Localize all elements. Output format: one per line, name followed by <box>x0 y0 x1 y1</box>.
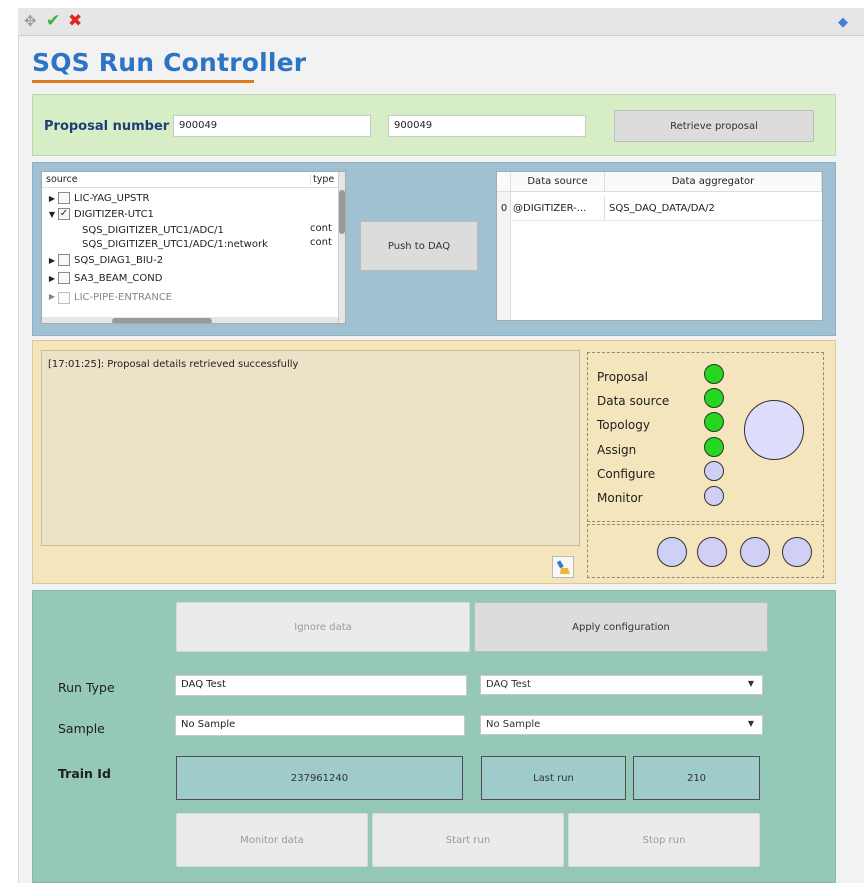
column-header-data-source[interactable]: Data source <box>511 172 605 192</box>
status-led-monitor <box>704 486 724 506</box>
tree-header-source[interactable]: source <box>46 174 78 185</box>
expand-arrow-icon[interactable]: ▶ <box>46 292 58 301</box>
checkbox[interactable] <box>58 254 70 266</box>
last-run-number: 210 <box>633 756 760 800</box>
sample-select-value: No Sample <box>486 719 541 730</box>
checkbox[interactable] <box>58 272 70 284</box>
proposal-number-input[interactable]: 900049 <box>173 115 371 137</box>
table-cell-data-source[interactable]: @DIGITIZER-... <box>513 196 605 220</box>
tree-item[interactable]: ▶ SA3_BEAM_COND <box>46 270 162 286</box>
tree-item-label: SA3_BEAM_COND <box>74 272 163 284</box>
status-label-assign: Assign <box>597 443 637 457</box>
tree-item[interactable]: ▶ LIC-YAG_UPSTR <box>46 190 149 206</box>
tree-item[interactable]: ▶ LIC-PIPE-ENTRANCE <box>46 292 172 314</box>
train-id-display: 237961240 <box>176 756 463 800</box>
row-index: 0 <box>500 202 508 214</box>
tree-vertical-scroll-thumb[interactable] <box>339 190 345 234</box>
last-run-label-box: Last run <box>481 756 626 800</box>
status-led-assign <box>704 437 724 457</box>
run-type-select-value: DAQ Test <box>486 679 531 690</box>
tree-item-label: SQS_DIAG1_BIU-2 <box>74 254 164 266</box>
title-underline <box>32 80 254 83</box>
checkbox[interactable] <box>58 192 70 204</box>
tree-header-type[interactable]: type <box>310 174 338 185</box>
source-tree[interactable]: source type ▶ LIC-YAG_UPSTR ▼ ✓ DIGITIZE… <box>41 171 346 324</box>
clear-log-button[interactable] <box>552 556 574 578</box>
run-type-input[interactable]: DAQ Test <box>175 675 467 696</box>
tree-item[interactable]: ▼ ✓ DIGITIZER-UTC1 <box>46 206 154 222</box>
tree-item-type: cont <box>310 237 332 248</box>
window-toolbar: ✥ ✔ ✖ ◆ <box>18 8 864 36</box>
table-corner <box>497 172 511 192</box>
expand-arrow-icon[interactable]: ▶ <box>46 256 58 265</box>
dropdown-arrow-icon: ▼ <box>747 679 754 688</box>
row-divider <box>511 220 822 221</box>
checkbox[interactable] <box>58 292 70 304</box>
tree-item-label: LIC-PIPE-ENTRANCE <box>74 292 173 303</box>
tree-item-label: LIC-YAG_UPSTR <box>74 192 150 204</box>
train-id-label: Train Id <box>58 766 111 781</box>
monitor-data-button[interactable]: Monitor data <box>176 813 368 867</box>
sample-input[interactable]: No Sample <box>175 715 465 736</box>
tree-item-label: DIGITIZER-UTC1 <box>74 208 154 220</box>
collapse-arrow-icon[interactable]: ▼ <box>46 210 58 219</box>
status-label-proposal: Proposal <box>597 370 648 384</box>
tree-item-label: SQS_DIGITIZER_UTC1/ADC/1:network <box>82 238 268 250</box>
push-to-daq-button[interactable]: Push to DAQ <box>360 221 478 271</box>
check-icon[interactable]: ✔ <box>46 12 60 30</box>
close-icon[interactable]: ✖ <box>68 12 82 30</box>
tree-item-label: SQS_DIGITIZER_UTC1/ADC/1 <box>82 224 224 236</box>
run-type-label: Run Type <box>58 680 115 695</box>
log-message: [17:01:25]: Proposal details retrieved s… <box>48 359 299 370</box>
tree-horizontal-scroll-thumb[interactable] <box>112 318 212 323</box>
expand-arrow-icon[interactable]: ▶ <box>46 274 58 283</box>
tree-child-item[interactable]: SQS_DIGITIZER_UTC1/ADC/1:network <box>82 236 268 252</box>
tree-item-type: cont <box>310 223 332 234</box>
run-state-led-1 <box>657 537 687 567</box>
status-led-configure <box>704 461 724 481</box>
run-state-led-4 <box>782 537 812 567</box>
run-type-select[interactable]: DAQ Test ▼ <box>480 675 763 695</box>
status-led-proposal <box>704 364 724 384</box>
sample-select[interactable]: No Sample ▼ <box>480 715 763 735</box>
expand-arrow-icon[interactable]: ▶ <box>46 194 58 203</box>
broom-icon <box>556 560 570 574</box>
log-output[interactable]: [17:01:25]: Proposal details retrieved s… <box>41 350 580 546</box>
ignore-data-button[interactable]: Ignore data <box>176 602 470 652</box>
move-icon[interactable]: ✥ <box>24 12 37 30</box>
tree-header: source type <box>42 172 338 188</box>
diamond-icon[interactable]: ◆ <box>838 14 848 32</box>
sample-label: Sample <box>58 721 105 736</box>
overall-status-indicator <box>744 400 804 460</box>
checkbox-checked[interactable]: ✓ <box>58 208 70 220</box>
stop-run-button[interactable]: Stop run <box>568 813 760 867</box>
run-state-led-3 <box>740 537 770 567</box>
proposal-number-confirm-input[interactable]: 900049 <box>388 115 586 137</box>
app-title: SQS Run Controller <box>32 48 307 77</box>
dropdown-arrow-icon: ▼ <box>747 719 754 728</box>
status-led-topology <box>704 412 724 432</box>
status-label-topology: Topology <box>597 418 650 432</box>
table-cell-data-aggregator[interactable]: SQS_DAQ_DATA/DA/2 <box>609 196 819 220</box>
data-aggregator-table[interactable]: Data source Data aggregator 0 @DIGITIZER… <box>496 171 823 321</box>
status-led-data-source <box>704 388 724 408</box>
status-label-configure: Configure <box>597 467 656 481</box>
status-label-data-source: Data source <box>597 394 670 408</box>
start-run-button[interactable]: Start run <box>372 813 564 867</box>
tree-item[interactable]: ▶ SQS_DIAG1_BIU-2 <box>46 252 163 268</box>
status-label-monitor: Monitor <box>597 491 643 505</box>
run-state-led-2 <box>697 537 727 567</box>
column-header-data-aggregator[interactable]: Data aggregator <box>605 172 822 192</box>
proposal-label: Proposal number <box>44 119 170 134</box>
apply-configuration-button[interactable]: Apply configuration <box>474 602 768 652</box>
retrieve-proposal-button[interactable]: Retrieve proposal <box>614 110 814 142</box>
